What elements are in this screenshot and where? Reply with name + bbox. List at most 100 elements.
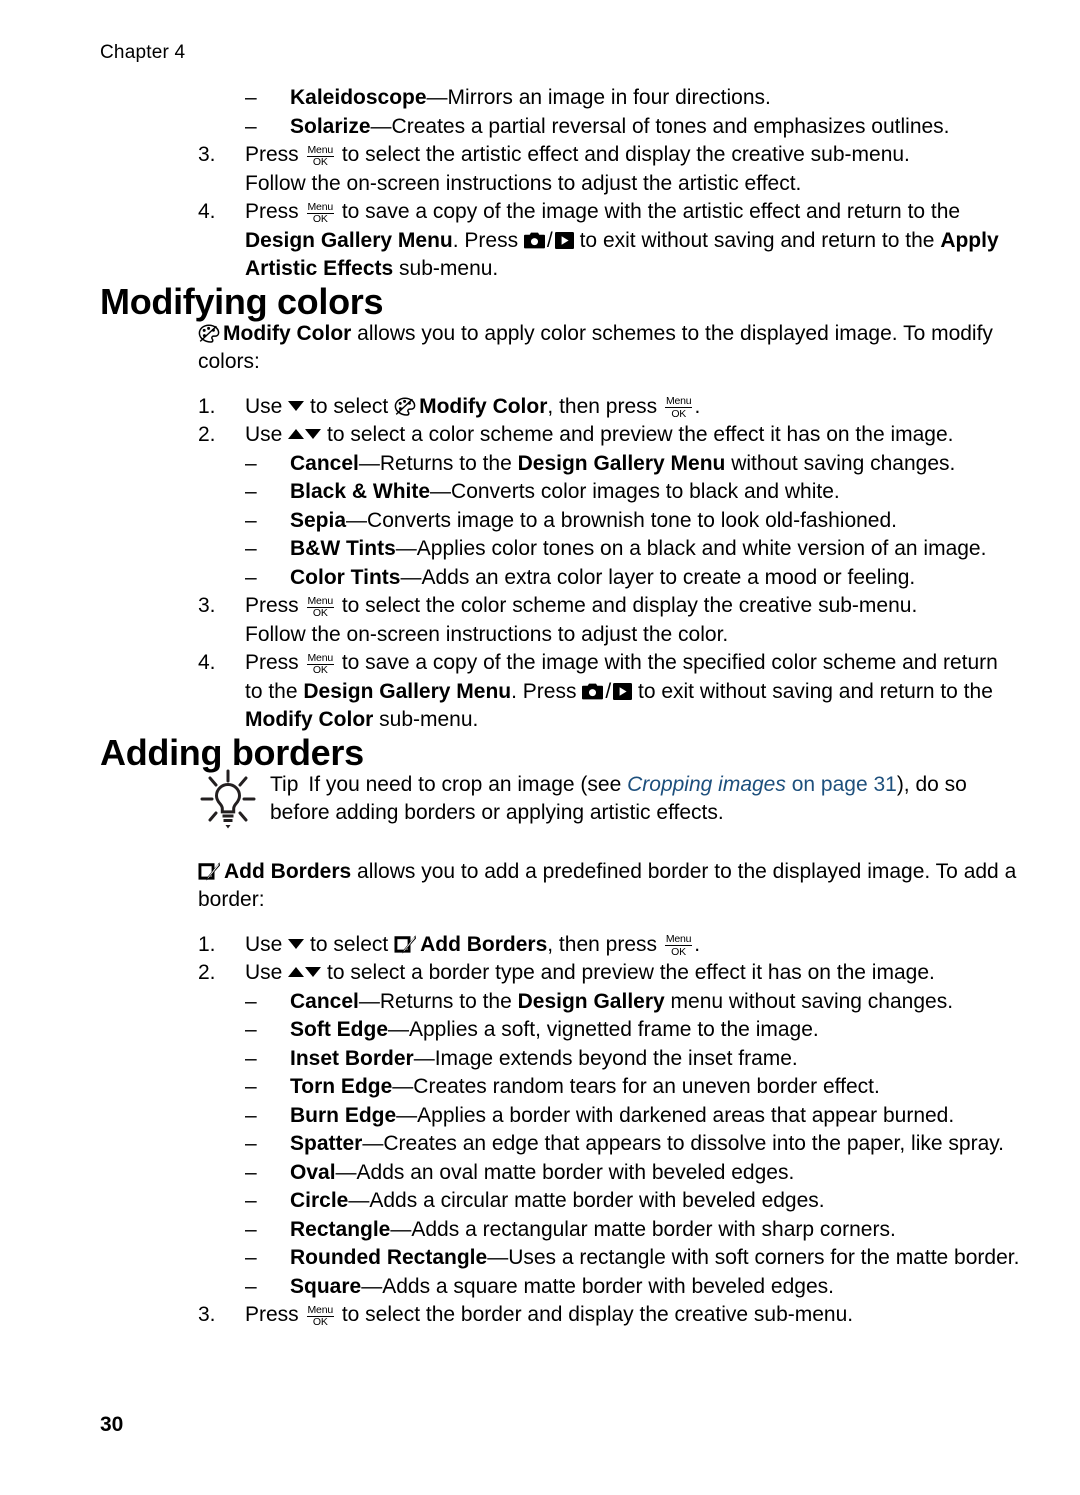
border-type-list: – Cancel—Returns to the Design Gallery me… — [100, 988, 1020, 1302]
step-text: Use — [245, 394, 289, 418]
description: Creates an edge that appears to dissolve… — [383, 1132, 1005, 1155]
list-item: – Circle—Adds a circular matte border wit… — [245, 1187, 1020, 1216]
step-text: to select the color scheme and display t… — [335, 594, 918, 617]
step-text: Press — [245, 1303, 305, 1326]
list-item: – Solarize—Creates a partial reversal of … — [245, 113, 1020, 142]
step-number: 2. — [198, 423, 216, 446]
list-item: – Cancel—Returns to the Design Gallery me… — [245, 988, 1020, 1017]
description: Adds a rectangular matte border with sha… — [411, 1217, 896, 1241]
term: Sepia — [290, 508, 347, 532]
menu-ok-icon: Menu OK — [306, 200, 334, 225]
menu-name: Design Gallery Menu — [303, 679, 512, 703]
menu-name: Design Gallery Menu — [245, 228, 453, 252]
step-text: Use — [245, 961, 289, 984]
term: B&W Tints — [290, 537, 396, 560]
page-content: – Kaleidoscope—Mirrors an image in four d… — [100, 84, 1020, 1330]
arrow-down-icon — [305, 429, 322, 439]
term: Rounded Rectangle — [290, 1246, 488, 1269]
lightbulb-icon — [200, 769, 256, 831]
separator: — — [430, 480, 452, 503]
description: Image extends beyond the inset frame. — [434, 1046, 798, 1070]
menu-name: Design Gallery — [517, 989, 665, 1013]
term: Square — [290, 1274, 362, 1298]
term: Spatter — [290, 1132, 363, 1155]
step-text: to select a color scheme and preview the… — [321, 423, 954, 446]
dash-bullet-icon: – — [245, 1132, 257, 1155]
dash-bullet-icon: – — [245, 1246, 257, 1269]
description: Applies a border with darkened areas tha… — [417, 1103, 955, 1127]
camera-icon — [523, 229, 545, 248]
chapter-header: Chapter 4 — [100, 42, 186, 63]
palette-icon — [394, 396, 416, 416]
add-borders-icon — [394, 934, 417, 954]
separator: — — [346, 508, 368, 532]
modify-color-intro: Modify Color allows you to apply color s… — [198, 320, 1020, 377]
cross-reference-link[interactable]: Cropping images — [627, 773, 786, 796]
separator: — — [348, 1189, 370, 1212]
term: Cancel — [290, 989, 359, 1013]
page-number: 30 — [100, 1413, 124, 1436]
arrow-down-icon — [288, 400, 305, 411]
list-item: – Soft Edge—Applies a soft, vignetted fra… — [245, 1016, 1020, 1045]
list-item: – Rectangle—Adds a rectangular matte bord… — [245, 1216, 1020, 1245]
separator: — — [413, 1046, 435, 1070]
step-text: to select — [304, 932, 395, 956]
menu-ok-icon: Menu OK — [664, 933, 693, 958]
dash-bullet-icon: – — [245, 1274, 257, 1298]
dash-bullet-icon: – — [245, 508, 257, 532]
dash-bullet-icon: – — [245, 1189, 257, 1212]
step-text: sub-menu. — [393, 257, 499, 280]
list-item: – Cancel—Returns to the Design Gallery Me… — [245, 450, 1020, 479]
menu-name: Design Gallery Menu — [517, 451, 726, 475]
list-item: – Kaleidoscope—Mirrors an image in four d… — [245, 84, 1020, 113]
description: Applies color tones on a black and white… — [416, 537, 987, 560]
separator: — — [388, 1018, 409, 1041]
menu-ok-icon: Menu OK — [664, 395, 693, 420]
separator: — — [390, 1217, 412, 1241]
feature-name: Add Borders — [224, 859, 352, 883]
step-item: 3. Press Menu OK to select the border and… — [198, 1301, 1020, 1330]
step-number: 3. — [198, 143, 216, 166]
description: Adds a circular matte border with bevele… — [369, 1189, 825, 1212]
artistic-effects-bullet-list: – Kaleidoscope—Mirrors an image in four d… — [100, 84, 1020, 141]
step-item: 1. Use to select Add Borders, then press… — [198, 931, 1020, 960]
step-text: sub-menu. — [373, 708, 479, 731]
separator: — — [400, 565, 422, 589]
separator: — — [426, 86, 448, 109]
dash-bullet-icon: – — [245, 86, 257, 109]
step-text: Use — [245, 423, 289, 446]
list-item: – Rounded Rectangle—Uses a rectangle with… — [245, 1244, 1020, 1273]
cross-reference-page[interactable]: on page 31 — [786, 773, 897, 796]
term: Solarize — [290, 114, 371, 138]
step-item: 3. Press Menu OK to select the artistic e… — [198, 141, 1020, 198]
step-number: 3. — [198, 1303, 216, 1326]
description: Uses a rectangle with soft corners for t… — [508, 1246, 1020, 1269]
arrow-up-down-icon — [288, 959, 322, 988]
dash-bullet-icon: – — [245, 1018, 257, 1041]
description: Creates a partial reversal of tones and … — [391, 114, 950, 138]
add-borders-intro: Add Borders allows you to add a predefin… — [198, 858, 1020, 915]
term: Cancel — [290, 451, 359, 475]
color-scheme-list: – Cancel—Returns to the Design Gallery Me… — [100, 450, 1020, 593]
term: Oval — [290, 1160, 336, 1184]
arrow-down-icon — [305, 967, 322, 977]
dash-bullet-icon: – — [245, 1217, 257, 1241]
step-item: 3. Press Menu OK to select the color sche… — [198, 592, 1020, 649]
description: Adds an oval matte border with beveled e… — [356, 1160, 795, 1184]
menu-ok-icon: Menu OK — [306, 1303, 334, 1328]
step-text: Press — [245, 594, 305, 617]
step-text: to select the artistic effect and displa… — [335, 143, 910, 166]
separator: — — [335, 1160, 357, 1184]
step-text: . — [694, 394, 701, 418]
menu-name: Modify Color — [245, 708, 374, 731]
term: Torn Edge — [290, 1075, 393, 1098]
description: Creates random tears for an uneven borde… — [413, 1075, 880, 1098]
step-item: 2. Use to select a border type and previ… — [198, 959, 1020, 988]
step-text: . — [694, 932, 701, 956]
camera-icon — [582, 680, 604, 699]
description: Applies a soft, vignetted frame to the i… — [409, 1018, 819, 1041]
page-title-adding-borders: Adding borders — [100, 731, 364, 773]
step-text: to select the border and display the cre… — [335, 1303, 854, 1326]
arrow-up-down-icon — [288, 421, 322, 450]
dash-bullet-icon: – — [245, 1046, 257, 1070]
